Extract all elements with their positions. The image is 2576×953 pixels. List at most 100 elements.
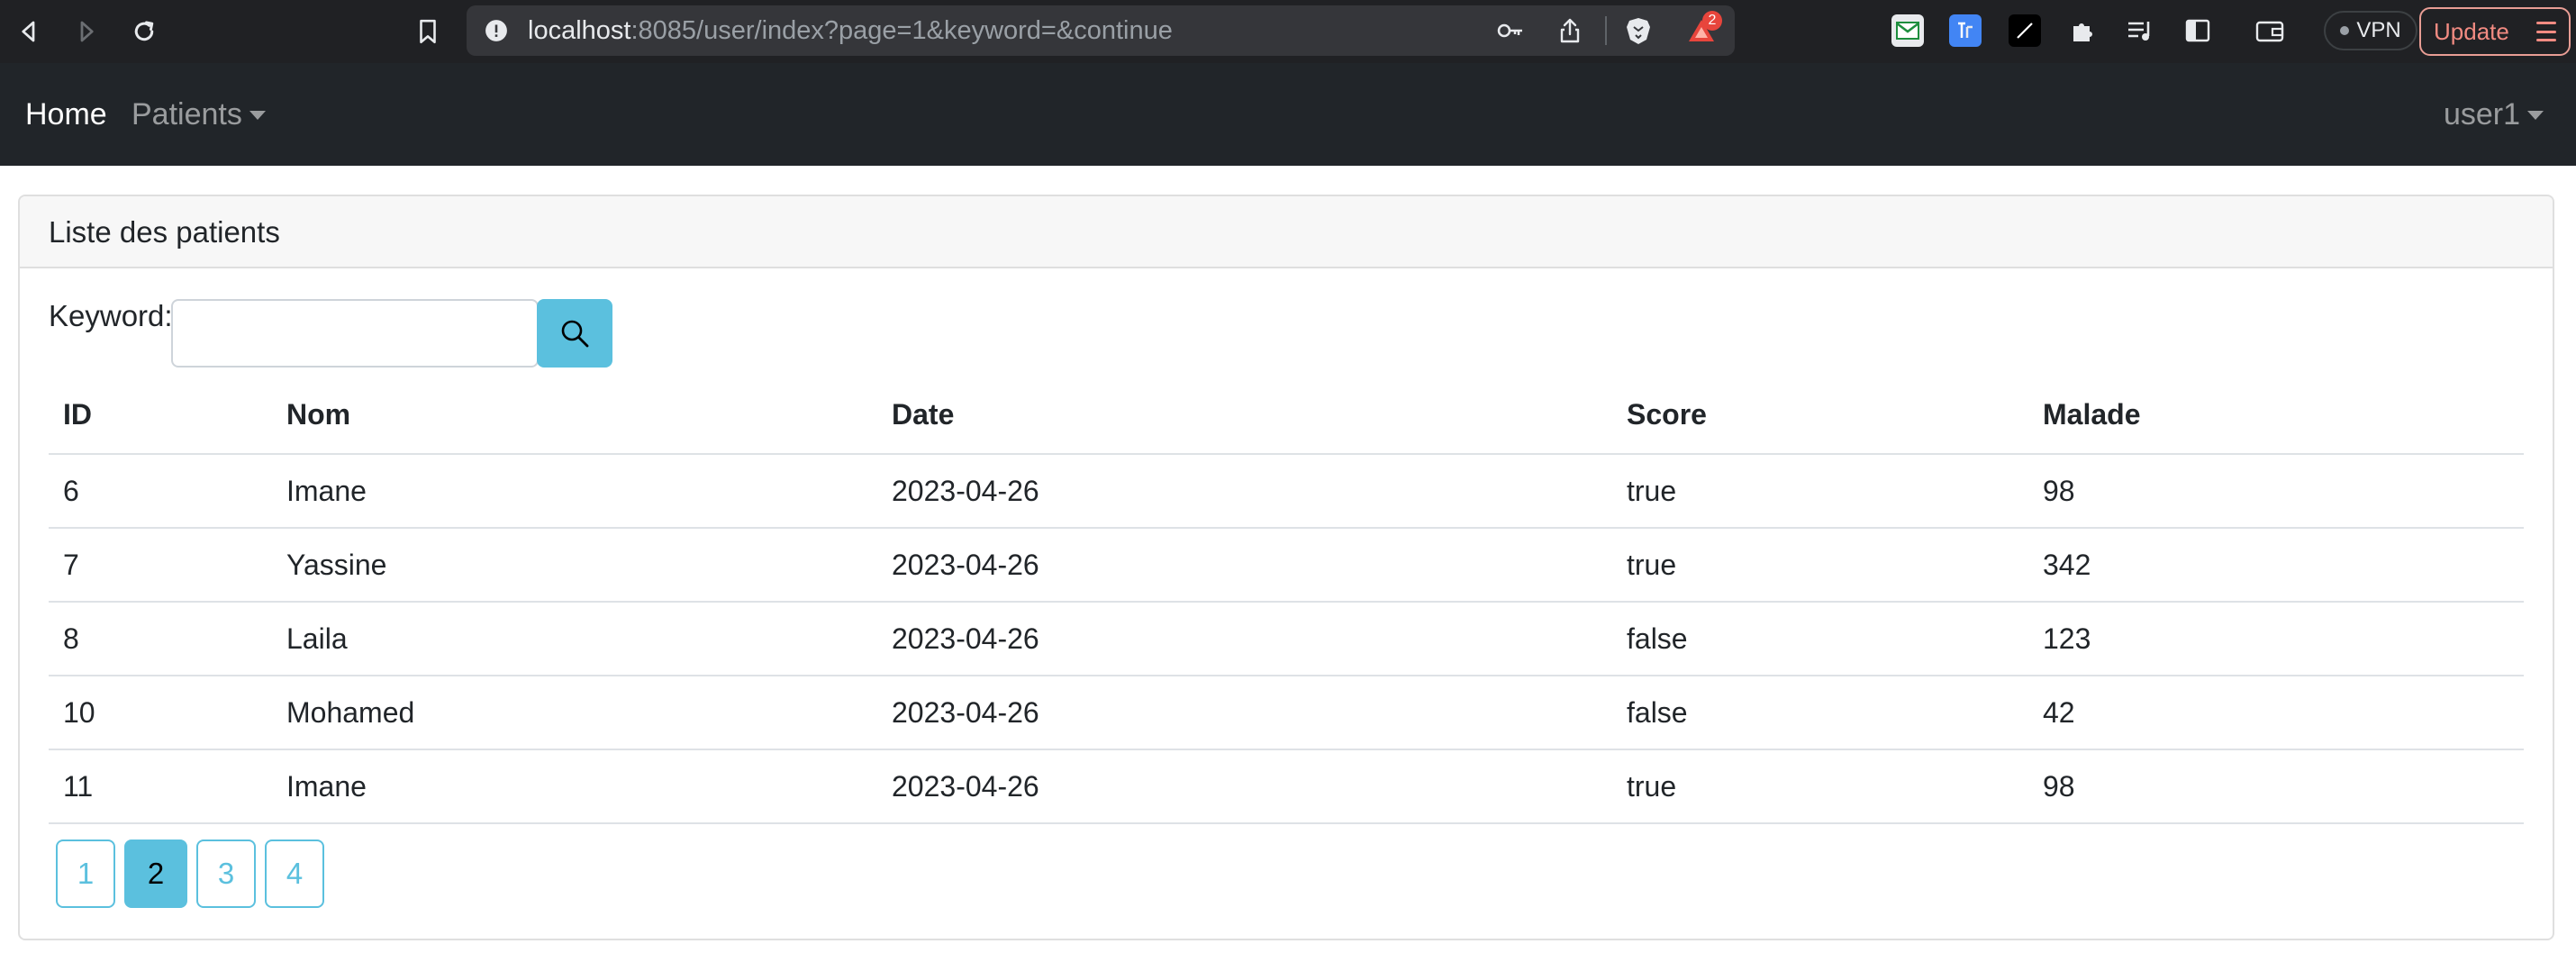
patients-table: ID Nom Date Score Malade 6 Imane 2023-04… — [49, 377, 2524, 824]
bookmark-button[interactable] — [408, 13, 448, 50]
brave-shields-button[interactable] — [1623, 16, 1654, 45]
cell-nom: Mohamed — [272, 676, 877, 750]
url-divider — [1605, 16, 1607, 45]
cell-date: 2023-04-26 — [877, 749, 1612, 824]
cell-nom: Laila — [272, 602, 877, 676]
cell-malade: 42 — [2028, 676, 2524, 750]
pen-extension-icon — [2017, 23, 2033, 39]
reload-icon — [134, 21, 154, 41]
rewards-badge: 2 — [1702, 11, 1722, 31]
cell-id: 10 — [49, 676, 272, 750]
nav-patients-label: Patients — [132, 97, 242, 132]
cell-date: 2023-04-26 — [877, 602, 1612, 676]
search-icon — [561, 320, 589, 348]
site-info-icon — [485, 20, 507, 41]
nav-user-label: user1 — [2443, 97, 2520, 132]
reload-button[interactable] — [124, 13, 164, 50]
update-button[interactable]: Update — [2419, 7, 2571, 56]
cell-malade: 342 — [2028, 528, 2524, 603]
nav-patients-dropdown[interactable]: Patients — [132, 63, 266, 166]
browser-toolbar: localhost:8085/user/index?page=1&keyword… — [0, 0, 2576, 63]
pagination: 1 2 3 4 — [56, 840, 324, 908]
table-row: 8 Laila 2023-04-26 false 123 — [49, 602, 2524, 676]
cell-malade: 98 — [2028, 749, 2524, 824]
cell-id: 11 — [49, 749, 272, 824]
page-button-1[interactable]: 1 — [56, 840, 115, 908]
table-row: 11 Imane 2023-04-26 true 98 — [49, 749, 2524, 824]
page-button-3[interactable]: 3 — [196, 840, 256, 908]
cell-date: 2023-04-26 — [877, 454, 1612, 529]
wallet-button[interactable] — [2254, 14, 2286, 47]
back-arrow-icon — [22, 21, 35, 42]
table-row: 10 Mohamed 2023-04-26 false 42 — [49, 676, 2524, 750]
translate-extension-icon — [1958, 22, 1973, 38]
address-bar[interactable]: localhost:8085/user/index?page=1&keyword… — [467, 5, 1735, 56]
brave-rewards-button[interactable]: 2 — [1686, 11, 1722, 45]
cell-malade: 98 — [2028, 454, 2524, 529]
cell-nom: Imane — [272, 454, 877, 529]
search-button[interactable] — [537, 299, 612, 368]
sidebar-toggle-button[interactable] — [2181, 14, 2214, 47]
sidebar-icon — [2185, 19, 2210, 42]
header-nom: Nom — [272, 377, 877, 455]
card-header: Liste des patients — [20, 196, 2553, 268]
nav-user-dropdown[interactable]: user1 — [2444, 63, 2544, 166]
extension-mail-button[interactable] — [1891, 14, 1924, 47]
key-icon — [1497, 23, 1522, 38]
keyword-input[interactable] — [171, 299, 539, 368]
cell-malade: 123 — [2028, 602, 2524, 676]
page-button-4[interactable]: 4 — [265, 840, 324, 908]
extension-translate-button[interactable] — [1949, 14, 1982, 47]
header-date: Date — [877, 377, 1612, 455]
app-navbar: Home Patients user1 — [0, 63, 2576, 166]
nav-home-link[interactable]: Home — [25, 63, 107, 166]
chevron-down-icon — [249, 111, 266, 120]
wallet-icon — [2255, 21, 2284, 42]
share-icon — [1560, 18, 1580, 43]
table-row: 7 Yassine 2023-04-26 true 342 — [49, 528, 2524, 603]
cell-nom: Yassine — [272, 528, 877, 603]
url-host: localhost — [528, 16, 631, 45]
keyword-label: Keyword: — [49, 299, 173, 332]
table-row: 6 Imane 2023-04-26 true 98 — [49, 454, 2524, 529]
back-button[interactable] — [9, 13, 49, 50]
url-text: localhost:8085/user/index?page=1&keyword… — [528, 5, 1173, 56]
cell-id: 7 — [49, 528, 272, 603]
page-button-2-active[interactable]: 2 — [124, 840, 187, 908]
media-playlist-button[interactable] — [2124, 14, 2156, 47]
brave-lion-icon — [1627, 18, 1650, 44]
vpn-button[interactable]: VPN — [2324, 11, 2417, 50]
patients-card: Liste des patients Keyword: ID Nom Date … — [18, 195, 2554, 940]
puzzle-piece-icon — [2073, 23, 2092, 41]
url-path: :8085/user/index?page=1&keyword=&continu… — [630, 16, 1173, 45]
header-score: Score — [1612, 377, 2028, 455]
forward-button[interactable] — [67, 13, 106, 50]
cell-id: 8 — [49, 602, 272, 676]
cell-score: true — [1612, 749, 2028, 824]
mail-extension-icon — [1896, 22, 1919, 40]
header-id: ID — [49, 377, 272, 455]
password-key-button[interactable] — [1495, 16, 1526, 45]
header-malade: Malade — [2028, 377, 2524, 455]
cell-score: true — [1612, 528, 2028, 603]
cell-nom: Imane — [272, 749, 877, 824]
share-button[interactable] — [1555, 16, 1585, 45]
table-header-row: ID Nom Date Score Malade — [49, 377, 2524, 455]
vpn-label: VPN — [2356, 18, 2401, 42]
vpn-status-dot — [2340, 26, 2350, 35]
chevron-down-icon — [2527, 111, 2544, 120]
cell-date: 2023-04-26 — [877, 528, 1612, 603]
card-title: Liste des patients — [49, 215, 280, 249]
menu-lines-icon — [2536, 22, 2556, 41]
cell-score: false — [1612, 602, 2028, 676]
cell-score: true — [1612, 454, 2028, 529]
cell-score: false — [1612, 676, 2028, 750]
forward-arrow-icon — [80, 21, 94, 42]
playlist-icon — [2128, 22, 2150, 41]
extensions-menu-button[interactable] — [2066, 14, 2099, 47]
cell-id: 6 — [49, 454, 272, 529]
update-label: Update — [2434, 17, 2509, 45]
cell-date: 2023-04-26 — [877, 676, 1612, 750]
extension-pen-button[interactable] — [2009, 14, 2041, 47]
bookmark-icon — [420, 19, 436, 44]
